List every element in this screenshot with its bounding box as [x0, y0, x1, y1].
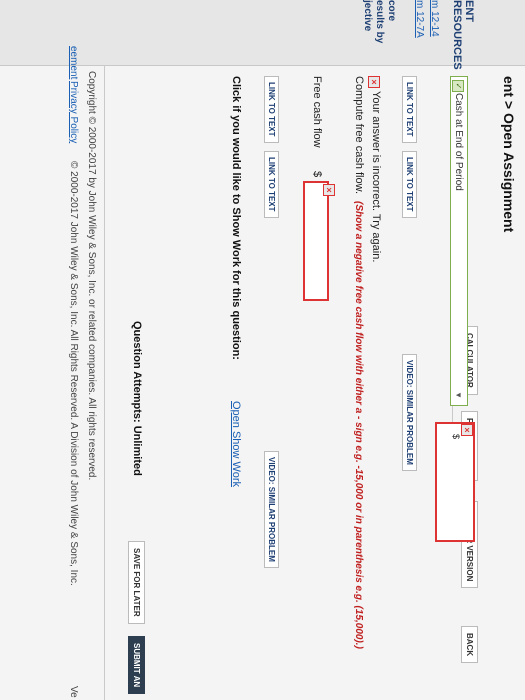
link-to-text-button[interactable]: LINK TO TEXT	[264, 76, 279, 143]
copyright-text: Copyright © 2000-2017 by John Wiley & So…	[86, 71, 97, 481]
open-show-work-link[interactable]: Open Show Work	[230, 401, 242, 487]
cash-end-select[interactable]: ✓ Cash at End of Period ▼	[450, 76, 468, 406]
photo-viewport: ENT RESOURCES m 12-14 m 12-7A core esult…	[0, 0, 525, 700]
sidebar-results: esults by	[374, 0, 385, 44]
hint-text: (Show a negative free cash flow with eit…	[353, 201, 364, 649]
video-similar-problem-button[interactable]: VIDEO: SIMILAR PROBLEM	[402, 354, 417, 471]
main-content: ent > Open Assignment CALCULATOR FULL SC…	[0, 46, 525, 700]
incorrect-x-icon: ×	[368, 76, 380, 88]
sidebar-link-12-14[interactable]: m 12-14	[429, 0, 440, 37]
copyright-footer: © 2000-2017 John Wiley & Sons, Inc. All …	[68, 161, 79, 586]
instruction-text: Compute free cash flow.	[353, 76, 365, 195]
show-work-prompt: Click if you would like to Show Work for…	[230, 76, 242, 360]
footer-divider	[104, 66, 105, 700]
link-to-text-button[interactable]: LINK TO TEXT	[402, 76, 417, 143]
incorrect-x-icon-field: ×	[323, 184, 335, 196]
currency-top: $	[451, 434, 461, 440]
free-cash-flow-label: Free cash flow	[311, 76, 323, 148]
select-value: Cash at End of Period	[453, 93, 464, 191]
version-text: Ve	[68, 686, 79, 698]
incorrect-message: Your answer is incorrect. Try again.	[370, 91, 382, 263]
back-button[interactable]: BACK	[461, 626, 478, 664]
breadcrumb-separator: >	[501, 100, 517, 110]
answer-field-right[interactable]	[435, 422, 475, 542]
free-cash-flow-input[interactable]	[303, 181, 329, 301]
video-similar-problem-button[interactable]: VIDEO: SIMILAR PROBLEM	[264, 451, 279, 568]
link-to-text-button[interactable]: LINK TO TEXT	[402, 151, 417, 218]
agreement-link[interactable]: eement	[68, 46, 79, 79]
submit-answer-button[interactable]: SUBMIT AN	[128, 636, 145, 695]
save-for-later-button[interactable]: SAVE FOR LATER	[128, 541, 145, 624]
sidebar-title: ENT RESOURCES	[451, 0, 475, 70]
chevron-down-icon: ▼	[454, 391, 463, 399]
rotated-page: ENT RESOURCES m 12-14 m 12-7A core esult…	[0, 0, 525, 700]
incorrect-x-icon-top: ×	[461, 424, 473, 436]
privacy-policy-link[interactable]: Privacy Policy	[68, 81, 79, 143]
sidebar-link-12-7a[interactable]: m 12-7A	[414, 0, 425, 38]
breadcrumb-current: Open Assignment	[501, 112, 517, 233]
check-icon: ✓	[452, 80, 464, 92]
sidebar-objective: jective	[362, 0, 373, 32]
currency-sign: $	[311, 171, 323, 178]
question-attempts: Question Attempts: Unlimited	[131, 321, 143, 476]
breadcrumb-prefix[interactable]: ent	[501, 76, 517, 97]
breadcrumb: ent > Open Assignment	[501, 76, 517, 232]
sidebar-core: core	[386, 0, 397, 22]
link-to-text-button[interactable]: LINK TO TEXT	[264, 151, 279, 218]
